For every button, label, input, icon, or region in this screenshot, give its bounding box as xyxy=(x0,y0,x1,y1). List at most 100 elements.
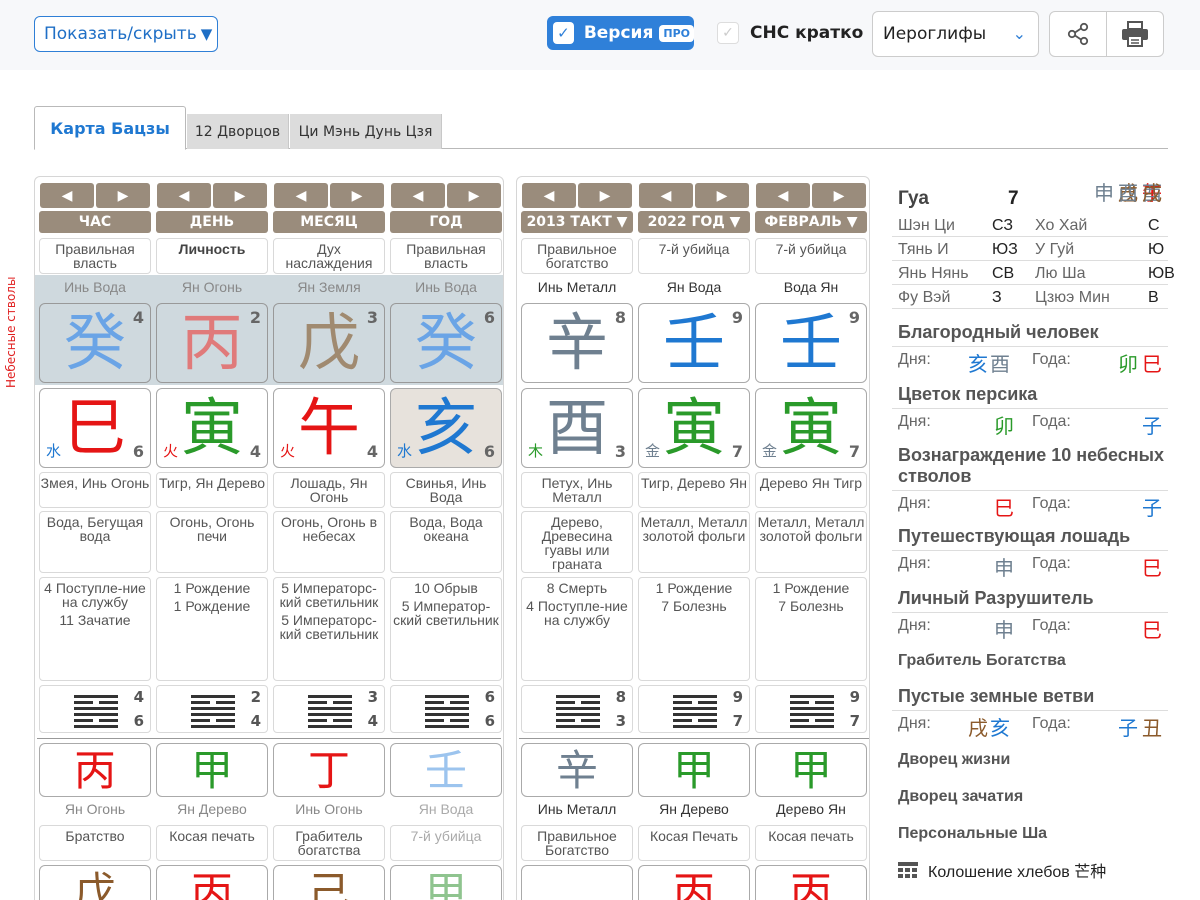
pillar-arrows: ◀ ▶ xyxy=(755,183,867,208)
star-line: 1 Рождение xyxy=(173,580,251,596)
luck-stem-box[interactable]: 辛 xyxy=(521,743,633,797)
direction-value: Ю xyxy=(1148,241,1165,258)
hexagram-cell: 46 xyxy=(39,685,151,733)
earthly-branch-box[interactable]: 酉木3 xyxy=(521,388,633,468)
stem-element-label: Инь Вода xyxy=(64,279,126,295)
arrow-left-button[interactable]: ◀ xyxy=(391,183,445,208)
stem-number: 9 xyxy=(731,308,743,327)
robber-title: Грабитель Богатства xyxy=(898,652,1066,669)
heavenly-stem-box[interactable]: 壬9 xyxy=(638,303,750,383)
luck-stem-glyph: 壬 xyxy=(424,746,467,795)
luck-branch-box[interactable]: 丙 xyxy=(156,865,268,900)
hexagram-cell: 97 xyxy=(755,685,867,733)
nayin-cell: Огонь, Огонь печи xyxy=(156,511,268,573)
luck-branch-box[interactable]: 丙 xyxy=(638,865,750,900)
star-line: 1 Рождение xyxy=(772,580,850,596)
tab-12-palaces[interactable]: 12 Дворцов xyxy=(187,114,289,149)
heavenly-stem-box[interactable]: 戊3 xyxy=(273,303,385,383)
direction-name: Шэн Ци xyxy=(898,217,955,234)
personal-sha-glyph: 戌 xyxy=(1142,183,1162,205)
pillar-header[interactable]: 2013 ТАКТ ▼ xyxy=(521,211,633,233)
arrow-right-button[interactable]: ▶ xyxy=(695,183,749,208)
heavenly-stem-box[interactable]: 癸4 xyxy=(39,303,151,383)
arrow-left-button[interactable]: ◀ xyxy=(522,183,576,208)
arrow-right-button[interactable]: ▶ xyxy=(330,183,384,208)
luck-stem-box[interactable]: 丙 xyxy=(39,743,151,797)
branch-element-glyph: 木 xyxy=(528,442,544,460)
checkbox-checked-icon[interactable]: ✓ xyxy=(553,22,574,44)
star-line: 4 Поступле-ние на службу xyxy=(526,598,628,628)
earthly-branch-box[interactable]: 亥水6 xyxy=(390,388,502,468)
arrow-left-button[interactable]: ◀ xyxy=(157,183,211,208)
year-label: Года: xyxy=(1032,617,1071,634)
luck-branch-box[interactable]: 丙 xyxy=(755,865,867,900)
direction-value: С xyxy=(1148,217,1160,234)
arrow-right-button[interactable]: ▶ xyxy=(96,183,150,208)
luck-branch-box[interactable] xyxy=(521,865,633,900)
palace-conception-title: Дворец зачатия xyxy=(898,788,1024,805)
luck-ten-god-cell: Косая Печать xyxy=(638,825,750,861)
branch-element-glyph: 水 xyxy=(397,442,413,460)
luck-branch-box[interactable]: 戊 xyxy=(39,865,151,900)
arrow-right-button[interactable]: ▶ xyxy=(447,183,501,208)
hexagram-icon xyxy=(556,695,600,728)
version-toggle-button[interactable]: ✓ Версия ПРО xyxy=(547,16,694,50)
earthly-branch-box[interactable]: 寅火4 xyxy=(156,388,268,468)
luck-branch-glyph: 己 xyxy=(307,868,350,900)
sns-label[interactable]: СНС кратко xyxy=(750,23,863,43)
chart-tabs: Карта Бацзы 12 Дворцов Ци Мэнь Дунь Цзя xyxy=(34,106,1168,150)
arrow-left-button[interactable]: ◀ xyxy=(274,183,328,208)
branch-element-glyph: 金 xyxy=(645,442,661,460)
heavenly-stem-box[interactable]: 壬9 xyxy=(755,303,867,383)
earthly-branch-box[interactable]: 寅金7 xyxy=(638,388,750,468)
arrow-right-button[interactable]: ▶ xyxy=(812,183,866,208)
luck-stem-element-label: Инь Металл xyxy=(537,801,617,817)
luck-stem-box[interactable]: 甲 xyxy=(638,743,750,797)
show-hide-button[interactable]: Показать/скрыть ▼ xyxy=(34,16,218,52)
star-line: 1 Рождение xyxy=(655,580,733,596)
section-divider xyxy=(37,738,501,739)
stars-cell: 8 Смерть 4 Поступле-ние на службу xyxy=(521,577,633,681)
glyph-mode-select[interactable]: Иероглифы ⌄ xyxy=(872,11,1039,57)
version-label: Версия xyxy=(583,23,654,43)
luck-stem-box[interactable]: 丁 xyxy=(273,743,385,797)
arrow-left-button[interactable]: ◀ xyxy=(639,183,693,208)
direction-value: В xyxy=(1148,289,1159,306)
heavenly-stem-box[interactable]: 丙2 xyxy=(156,303,268,383)
direction-name: Тянь И xyxy=(898,241,949,258)
earthly-branch-box[interactable]: 寅金7 xyxy=(755,388,867,468)
earthly-branch-box[interactable]: 巳水6 xyxy=(39,388,151,468)
star-section-title: Вознаграждение 10 небесных стволов xyxy=(898,445,1165,486)
luck-stem-box[interactable]: 甲 xyxy=(156,743,268,797)
pillar-header[interactable]: 2022 ГОД ▼ xyxy=(638,211,750,233)
heavenly-stem-box[interactable]: 辛8 xyxy=(521,303,633,383)
hexagram-cell: 66 xyxy=(390,685,502,733)
earthly-branch-box[interactable]: 午火4 xyxy=(273,388,385,468)
luck-branch-box[interactable]: 甲 xyxy=(390,865,502,900)
arrow-left-button[interactable]: ◀ xyxy=(40,183,94,208)
arrow-right-button[interactable]: ▶ xyxy=(213,183,267,208)
star-line: 5 Император-ский светильник xyxy=(393,598,499,628)
hexagram-icon xyxy=(673,695,717,728)
tab-bazi-chart[interactable]: Карта Бацзы xyxy=(34,106,186,150)
pillar-arrows: ◀ ▶ xyxy=(39,183,151,208)
pillar-header[interactable]: ФЕВРАЛЬ ▼ xyxy=(755,211,867,233)
ten-god-cell: Личность xyxy=(156,238,268,274)
luck-stem-box[interactable]: 甲 xyxy=(755,743,867,797)
luck-stem-glyph: 丁 xyxy=(307,746,350,795)
arrow-left-button[interactable]: ◀ xyxy=(756,183,810,208)
luck-branch-glyph: 丙 xyxy=(190,868,233,900)
arrow-right-button[interactable]: ▶ xyxy=(578,183,632,208)
heavenly-stems-side-label: Небесные стволы xyxy=(4,276,18,388)
branch-number: 6 xyxy=(483,442,495,461)
ten-god-cell: Правильная власть xyxy=(39,238,151,274)
stem-element-label: Ян Огонь xyxy=(181,279,243,295)
luck-stem-box[interactable]: 壬 xyxy=(390,743,502,797)
print-button[interactable] xyxy=(1106,11,1164,57)
tab-qi-men[interactable]: Ци Мэнь Дунь Цзя xyxy=(290,114,442,149)
heavenly-stem-box[interactable]: 癸6 xyxy=(390,303,502,383)
sns-checkbox[interactable]: ✓ xyxy=(717,22,739,44)
ten-god-cell: Дух наслаждения xyxy=(273,238,385,274)
share-button[interactable] xyxy=(1049,11,1107,57)
luck-branch-box[interactable]: 己 xyxy=(273,865,385,900)
